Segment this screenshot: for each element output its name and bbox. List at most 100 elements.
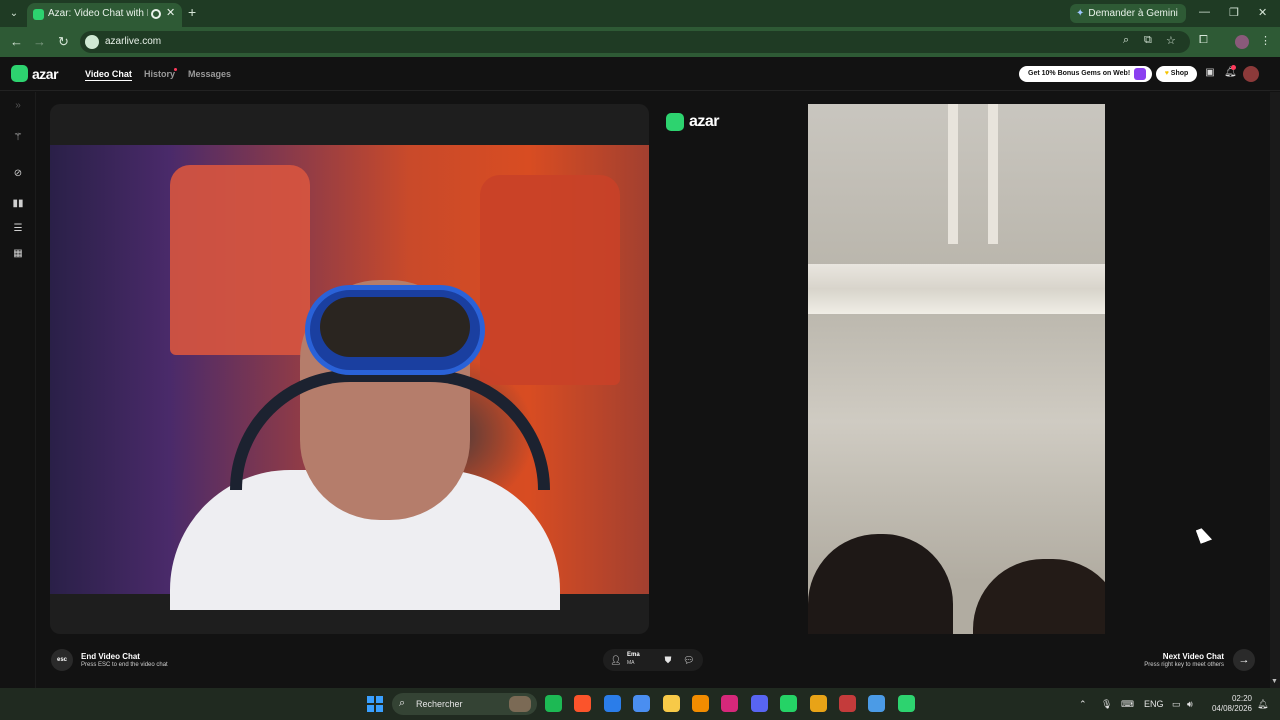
layout-side-by-side-icon[interactable]: ▮▮ <box>12 198 24 210</box>
gemini-label: Demander à Gemini <box>1088 8 1178 19</box>
stage-azar-logo: azar <box>666 113 720 131</box>
peer-name: Ema <box>627 652 640 658</box>
nav-history[interactable]: History <box>144 69 175 79</box>
magic-wand-icon[interactable]: ⚚ <box>12 132 24 144</box>
azar-logo-mark-icon <box>11 65 28 82</box>
tray-overflow-icon[interactable]: ⌃ <box>1079 699 1087 710</box>
search-highlight-icon <box>509 696 531 712</box>
keyboard-icon[interactable]: ⌨ <box>1121 699 1134 710</box>
azar-logo-text: azar <box>32 65 59 82</box>
url-text: azarlive.com <box>105 36 162 47</box>
chrome-icon[interactable] <box>809 695 827 712</box>
chrome-profile-icon[interactable] <box>839 695 856 712</box>
close-window-icon[interactable]: ✕ <box>1258 6 1267 19</box>
chrome-profile-2-icon[interactable] <box>868 695 886 712</box>
peer-profile-icon[interactable]: 👤︎ <box>610 654 622 666</box>
stage-logo-text: azar <box>689 113 720 130</box>
browser-tab-bar: ⌄ Azar: Video Chat with New ✕ + ✦Demande… <box>0 0 1280 27</box>
clock-date: 04/08/2026 <box>1211 704 1252 713</box>
end-chat-title: End Video Chat <box>81 652 140 661</box>
windows-start-icon[interactable] <box>367 696 383 712</box>
page-scrollbar[interactable] <box>1270 92 1280 688</box>
browser-tab[interactable]: Azar: Video Chat with New ✕ <box>27 3 182 27</box>
store-icon[interactable] <box>633 695 651 712</box>
close-tab-icon[interactable]: ✕ <box>166 6 175 19</box>
vlc-icon[interactable] <box>692 695 709 712</box>
peer-camera-feed <box>808 104 1105 634</box>
spotify-icon[interactable] <box>545 695 562 712</box>
self-camera-feed <box>50 145 649 610</box>
back-icon[interactable]: ← <box>10 34 23 49</box>
shop-label: Shop <box>1170 70 1189 77</box>
volume-icon[interactable]: 🔊︎ <box>1187 699 1193 710</box>
inbox-icon[interactable]: ▣ <box>1204 67 1216 79</box>
self-person <box>130 240 570 610</box>
taskbar-clock[interactable]: 02:20 04/08/2026 <box>1210 694 1252 714</box>
next-chat-button[interactable]: → <box>1233 649 1255 671</box>
network-icon[interactable]: ▭ <box>1172 699 1181 710</box>
install-app-icon[interactable]: ⧉ <box>1144 34 1152 47</box>
next-chat-hint: Press right key to meet others <box>1144 662 1224 668</box>
next-chat-title: Next Video Chat <box>1162 652 1224 661</box>
bonus-gems-label: Get 10% Bonus Gems on Web! <box>1028 70 1131 77</box>
defender-icon[interactable] <box>603 695 621 712</box>
notification-dot <box>1231 65 1236 70</box>
end-chat-button[interactable]: esc <box>51 649 73 671</box>
chrome-active-icon[interactable] <box>897 695 915 712</box>
taskbar-search-label: Rechercher <box>416 699 463 709</box>
peer-country: MA <box>627 660 635 666</box>
filter-icon[interactable]: ⊘ <box>12 168 24 180</box>
azar-logo[interactable]: azar <box>11 65 59 82</box>
brave-icon[interactable] <box>574 695 592 712</box>
language-indicator[interactable]: ENG <box>1144 699 1164 709</box>
gem-icon: ♥ <box>1164 70 1169 77</box>
discord-icon[interactable] <box>750 695 768 712</box>
notifications-icon[interactable]: 🔔︎ <box>1257 699 1268 710</box>
restore-icon[interactable]: ❐ <box>1229 6 1239 19</box>
nav-video-chat[interactable]: Video Chat <box>85 69 132 81</box>
self-video-frame <box>50 104 649 634</box>
scroll-down-icon[interactable]: ▼ <box>1271 678 1278 685</box>
url-field[interactable]: azarlive.com <box>80 31 1190 53</box>
expand-sidebar-icon[interactable]: » <box>12 100 24 112</box>
azar-favicon-icon <box>33 9 44 20</box>
tab-title: Azar: Video Chat with New <box>48 8 148 19</box>
chat-bubble-icon[interactable]: 💬︎ <box>683 654 695 666</box>
left-toolbar: » ⚚ ⊘ ▮▮ ☰ ▦ <box>0 92 36 688</box>
headset <box>230 370 550 490</box>
gift-icon <box>1134 68 1146 80</box>
taskbar-search[interactable]: ⌕ Rechercher <box>392 693 537 715</box>
bookmark-star-icon[interactable]: ☆ <box>1166 34 1176 47</box>
shop-button[interactable]: ♥ Shop <box>1156 66 1197 82</box>
site-info-icon[interactable] <box>85 35 99 49</box>
new-tab-button[interactable]: + <box>188 4 196 20</box>
browser-profile-avatar[interactable] <box>1235 35 1249 49</box>
gemini-icon: ✦ <box>1076 8 1085 19</box>
whatsapp-icon[interactable] <box>780 695 798 712</box>
nav-messages[interactable]: Messages <box>188 69 231 79</box>
reload-icon[interactable]: ↻ <box>58 34 69 50</box>
recording-icon <box>151 9 161 19</box>
browser-menu-icon[interactable]: ⋮ <box>1260 34 1271 47</box>
clock-time: 02:20 <box>1231 694 1252 703</box>
file-explorer-icon[interactable] <box>662 695 680 712</box>
gemini-button[interactable]: ✦ Demander à Gemini <box>1070 4 1186 23</box>
forward-icon[interactable]: → <box>33 34 46 49</box>
stage-logo-mark-icon <box>666 113 684 131</box>
wall-ornament <box>948 104 998 244</box>
ceiling-molding <box>808 264 1105 314</box>
layout-stacked-icon[interactable]: ☰ <box>12 223 24 235</box>
history-unread-dot <box>174 68 177 71</box>
user-avatar[interactable] <box>1243 66 1259 82</box>
tab-search-chevron-icon[interactable]: ⌄ <box>6 6 22 22</box>
instagram-icon[interactable] <box>721 695 739 712</box>
report-shield-icon[interactable]: ⛊ <box>662 654 674 666</box>
zoom-icon[interactable]: ⌕ <box>1123 34 1129 47</box>
end-chat-hint: Press ESC to end the video chat <box>81 662 168 668</box>
microphone-icon[interactable]: 🎙︎ <box>1101 699 1112 710</box>
layout-grid-icon[interactable]: ▦ <box>12 248 24 260</box>
peer-person-right <box>973 559 1105 634</box>
minimize-icon[interactable]: — <box>1199 6 1210 18</box>
extensions-icon[interactable]: ⧠ <box>1199 34 1208 47</box>
bonus-gems-button[interactable]: Get 10% Bonus Gems on Web! <box>1019 66 1152 82</box>
